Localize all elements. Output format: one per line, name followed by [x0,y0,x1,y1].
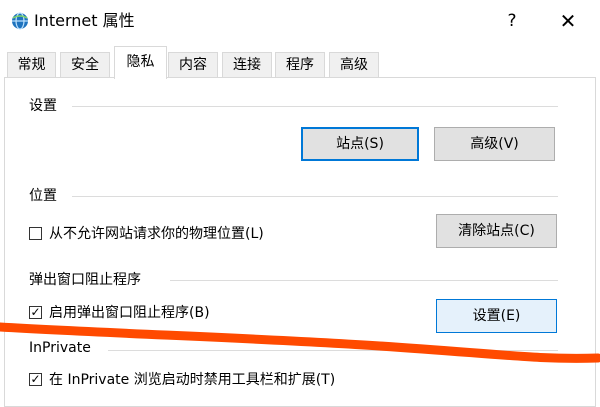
tab-general[interactable]: 常规 [7,52,56,77]
sites-button[interactable]: 站点(S) [301,127,419,161]
tab-strip: 常规 安全 隐私 内容 连接 程序 高级 [0,46,600,79]
popup-blocker-checkbox-label: 启用弹出窗口阻止程序(B) [49,305,210,321]
tab-programs[interactable]: 程序 [275,52,325,77]
inprivate-checkbox[interactable]: ✓ [29,373,42,386]
tab-security[interactable]: 安全 [60,52,110,77]
settings-divider [72,106,558,107]
popup-blocker-group-title: 弹出窗口阻止程序 [29,271,141,289]
popup-blocker-divider [170,280,558,281]
popup-settings-button[interactable]: 设置(E) [436,299,557,333]
internet-explorer-globe-icon [12,12,28,30]
popup-blocker-check-row[interactable]: ✓ 启用弹出窗口阻止程序(B) [29,303,279,323]
window-title: Internet 属性 [34,11,135,30]
help-button[interactable]: ? [496,6,528,36]
tab-connections[interactable]: 连接 [222,52,272,77]
tab-content[interactable]: 内容 [168,52,218,77]
popup-blocker-checkbox[interactable]: ✓ [29,306,42,319]
location-divider [72,196,558,197]
tab-privacy[interactable]: 隐私 [114,46,167,79]
advanced-button[interactable]: 高级(V) [434,127,555,161]
tab-advanced[interactable]: 高级 [329,52,379,77]
close-button[interactable]: ✕ [552,6,584,36]
location-checkbox-label: 从不允许网站请求你的物理位置(L) [49,226,264,242]
location-group-title: 位置 [29,187,57,205]
settings-group-title: 设置 [29,97,57,115]
inprivate-divider [108,350,558,351]
location-checkbox[interactable] [29,227,42,240]
inprivate-group-title: InPrivate [29,339,91,357]
clear-sites-button[interactable]: 清除站点(C) [436,214,557,248]
inprivate-checkbox-label: 在 InPrivate 浏览启动时禁用工具栏和扩展(T) [49,372,336,388]
location-check-row[interactable]: 从不允许网站请求你的物理位置(L) [29,224,329,244]
inprivate-check-row[interactable]: ✓ 在 InPrivate 浏览启动时禁用工具栏和扩展(T) [29,370,369,390]
title-bar: Internet 属性 ? ✕ [0,0,600,40]
